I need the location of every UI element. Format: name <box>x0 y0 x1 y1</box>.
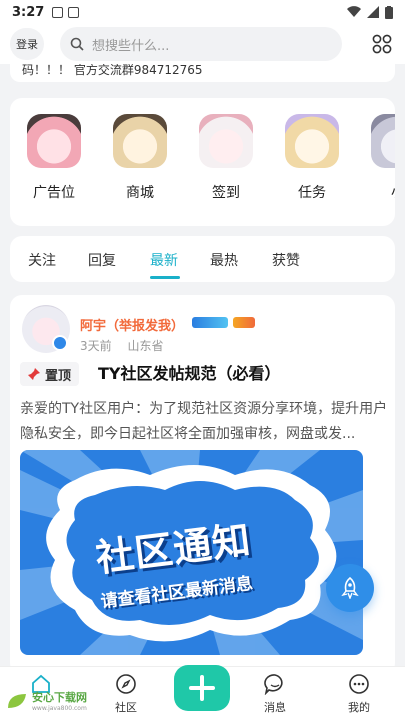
post-card[interactable]: 阿宇（举报发我） 3天前 山东省 置顶 TY社区发帖规范（必看） 亲爱的TY社区… <box>10 295 395 675</box>
post-banner-image[interactable]: 社区通知 请查看社区最新消息 <box>20 450 363 655</box>
quick-item-label: 商城 <box>126 185 154 201</box>
tab-liked[interactable]: 获赞 <box>272 250 300 270</box>
nav-messages[interactable]: 消息 <box>250 673 300 715</box>
post-location: 山东省 <box>127 339 164 353</box>
nav-label: 社区 <box>115 701 137 714</box>
chat-icon <box>264 674 283 695</box>
notification-icon <box>68 6 80 18</box>
post-author[interactable]: 阿宇（举报发我） <box>80 315 184 334</box>
quick-item-label: 签到 <box>212 185 240 201</box>
rocket-icon <box>341 577 359 599</box>
watermark-title: 安心下载网 <box>32 691 87 704</box>
pinned-tag: 置顶 <box>20 362 80 386</box>
more-avatar-icon <box>371 114 395 168</box>
quick-item-task[interactable]: 任务 <box>282 114 342 202</box>
grid-icon <box>372 34 392 54</box>
watermark-url: www.java800.com <box>32 705 87 712</box>
ads-avatar-icon <box>27 114 81 168</box>
verified-badge-icon <box>52 335 68 351</box>
tab-reply[interactable]: 回复 <box>88 250 116 270</box>
wifi-icon <box>347 6 361 18</box>
post-title[interactable]: TY社区发帖规范（必看） <box>98 362 281 386</box>
signal-icon <box>367 6 379 18</box>
battery-icon <box>385 5 393 19</box>
quick-item-label: 广告位 <box>33 185 75 201</box>
leaf-icon <box>8 693 26 708</box>
quick-item-label: 小 <box>368 182 395 202</box>
quick-item-more[interactable]: 小 <box>368 114 395 202</box>
quick-item-ads[interactable]: 广告位 <box>24 114 84 202</box>
pinned-label: 置顶 <box>45 368 72 384</box>
tab-latest[interactable]: 最新 <box>150 250 178 270</box>
post-meta: 3天前 山东省 <box>80 337 175 354</box>
tab-hot[interactable]: 最热 <box>210 250 238 270</box>
category-grid-button[interactable] <box>369 31 395 57</box>
search-input[interactable]: 想搜些什么... <box>60 27 342 61</box>
quick-menu: 广告位 商城 签到 任务 小 <box>10 98 395 226</box>
plus-icon <box>189 675 215 701</box>
vip-badge-icon <box>233 317 255 328</box>
quick-item-checkin[interactable]: 签到 <box>196 114 256 202</box>
status-time: 3:27 <box>12 4 45 20</box>
notification-icon <box>52 6 64 18</box>
feed-tabs: 关注 回复 最新 最热 获赞 <box>10 236 395 282</box>
nav-me[interactable]: 我的 <box>334 673 384 715</box>
more-dots-icon <box>349 674 369 694</box>
checkin-avatar-icon <box>199 114 253 168</box>
quick-item-label: 任务 <box>298 185 326 201</box>
bottom-nav: 社区 消息 我的 安心下载网 www.java800.com <box>0 665 405 720</box>
create-post-button[interactable] <box>174 665 230 711</box>
post-time: 3天前 <box>80 339 112 353</box>
pin-icon <box>28 368 40 380</box>
tab-indicator <box>150 276 180 279</box>
shop-avatar-icon <box>113 114 167 168</box>
nav-label: 我的 <box>348 701 370 714</box>
publish-fab-button[interactable] <box>326 564 374 612</box>
search-icon <box>70 37 84 51</box>
tab-follow[interactable]: 关注 <box>28 250 56 270</box>
announcement-text: 码！！！ 官方交流群984712765 <box>10 64 395 82</box>
post-excerpt: 亲爱的TY社区用户：为了规范社区资源分享环境，提升用户隐私安全，即今日起社区将全… <box>20 401 388 442</box>
task-avatar-icon <box>285 114 339 168</box>
compass-icon <box>116 674 136 694</box>
search-placeholder: 想搜些什么... <box>92 38 170 54</box>
login-button[interactable]: 登录 <box>10 28 44 60</box>
status-bar: 3:27 <box>0 0 405 24</box>
quick-item-shop[interactable]: 商城 <box>110 114 170 202</box>
nav-label: 消息 <box>264 701 286 714</box>
watermark-logo: 安心下载网 www.java800.com <box>6 689 87 712</box>
top-bar: 登录 想搜些什么... <box>0 24 405 64</box>
nav-community[interactable]: 社区 <box>101 673 151 715</box>
level-badge-icon <box>192 317 228 328</box>
